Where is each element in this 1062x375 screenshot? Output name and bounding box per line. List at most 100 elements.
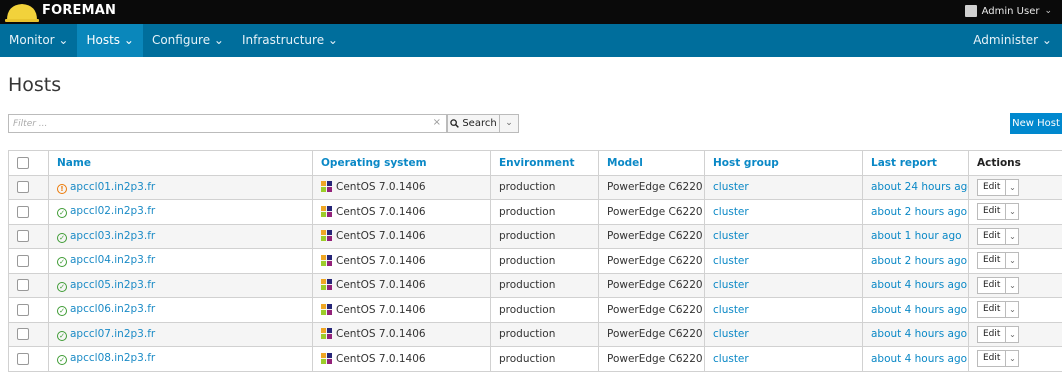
header-environment[interactable]: Environment: [490, 150, 599, 176]
edit-button-group: Edit ⌄: [977, 252, 1020, 270]
filter-box: ×: [8, 114, 447, 133]
row-checkbox[interactable]: [17, 279, 29, 292]
foreman-helmet-logo-icon[interactable]: [4, 1, 40, 23]
os-cell: CentOS 7.0.1406: [312, 223, 491, 249]
last-report-link[interactable]: about 2 hours ago: [871, 206, 967, 218]
edit-button-group: Edit ⌄: [977, 350, 1020, 368]
host-group-link[interactable]: cluster: [713, 181, 749, 193]
row-checkbox[interactable]: [17, 230, 29, 243]
host-group-cell: cluster: [704, 174, 863, 200]
host-name-link[interactable]: apccl08.in2p3.fr: [70, 352, 155, 364]
actions-cell: Edit ⌄: [968, 223, 1062, 249]
host-name-link[interactable]: apccl04.in2p3.fr: [70, 254, 155, 266]
last-report-link[interactable]: about 24 hours ago: [871, 181, 968, 193]
centos-icon: [321, 279, 332, 291]
last-report-link[interactable]: about 4 hours ago: [871, 353, 967, 365]
edit-dropdown-toggle[interactable]: ⌄: [1006, 276, 1020, 294]
edit-dropdown-toggle[interactable]: ⌄: [1006, 203, 1020, 221]
last-report-cell: about 4 hours ago: [862, 346, 969, 372]
table-row: ✓ apccl04.in2p3.fr CentOS 7.0.1406 produc…: [8, 248, 1062, 274]
edit-button[interactable]: Edit: [977, 227, 1007, 245]
host-group-link[interactable]: cluster: [713, 206, 749, 218]
edit-button-group: Edit ⌄: [977, 301, 1020, 319]
row-checkbox[interactable]: [17, 352, 29, 365]
main-navigation: Monitor ⌄ Hosts ⌄ Configure ⌄ Infrastruc…: [0, 24, 1062, 57]
filter-input[interactable]: [9, 115, 429, 132]
nav-item-configure[interactable]: Configure ⌄: [143, 24, 233, 57]
host-name-link[interactable]: apccl01.in2p3.fr: [70, 181, 155, 193]
environment-cell: production: [490, 346, 599, 372]
row-checkbox[interactable]: [17, 205, 29, 218]
check-circle-icon: ✓: [57, 232, 67, 243]
os-cell: CentOS 7.0.1406: [312, 199, 491, 225]
edit-button[interactable]: Edit: [977, 276, 1007, 294]
environment-cell: production: [490, 321, 599, 347]
model-cell: PowerEdge C6220: [598, 248, 705, 274]
header-last-report[interactable]: Last report: [862, 150, 969, 176]
row-checkbox[interactable]: [17, 303, 29, 316]
row-checkbox[interactable]: [17, 181, 29, 194]
user-menu[interactable]: Admin User ⌄: [964, 5, 1052, 17]
last-report-link[interactable]: about 1 hour ago: [871, 230, 962, 242]
row-select-cell: [8, 321, 49, 347]
row-checkbox[interactable]: [17, 328, 29, 341]
edit-button[interactable]: Edit: [977, 252, 1007, 270]
search-options-dropdown[interactable]: ⌄: [500, 114, 519, 133]
hosts-table: Name Operating system Environment Model …: [8, 150, 1062, 372]
edit-button[interactable]: Edit: [977, 203, 1007, 221]
actions-cell: Edit ⌄: [968, 346, 1062, 372]
brand-name[interactable]: FOREMAN: [42, 3, 116, 18]
nav-item-monitor[interactable]: Monitor ⌄: [0, 24, 77, 57]
edit-dropdown-toggle[interactable]: ⌄: [1006, 227, 1020, 245]
edit-dropdown-toggle[interactable]: ⌄: [1006, 350, 1020, 368]
edit-button[interactable]: Edit: [977, 350, 1007, 368]
os-name: CentOS 7.0.1406: [336, 279, 426, 292]
nav-item-hosts[interactable]: Hosts ⌄: [77, 24, 143, 57]
table-row: ✓ apccl06.in2p3.fr CentOS 7.0.1406 produc…: [8, 297, 1062, 323]
edit-dropdown-toggle[interactable]: ⌄: [1006, 301, 1020, 319]
edit-button[interactable]: Edit: [977, 178, 1007, 196]
header-operating-system[interactable]: Operating system: [312, 150, 491, 176]
host-group-link[interactable]: cluster: [713, 255, 749, 267]
host-name-link[interactable]: apccl05.in2p3.fr: [70, 279, 155, 291]
header-name[interactable]: Name: [48, 150, 313, 176]
header-model[interactable]: Model: [598, 150, 705, 176]
host-name-link[interactable]: apccl06.in2p3.fr: [70, 303, 155, 315]
last-report-link[interactable]: about 4 hours ago: [871, 279, 967, 291]
host-group-link[interactable]: cluster: [713, 279, 749, 291]
host-group-link[interactable]: cluster: [713, 328, 749, 340]
host-group-link[interactable]: cluster: [713, 230, 749, 242]
nav-item-infrastructure[interactable]: Infrastructure ⌄: [233, 24, 347, 57]
select-all-checkbox[interactable]: [17, 156, 29, 169]
host-name-link[interactable]: apccl07.in2p3.fr: [70, 328, 155, 340]
host-name-link[interactable]: apccl02.in2p3.fr: [70, 205, 155, 217]
model-cell: PowerEdge C6220: [598, 346, 705, 372]
nav-item-administer[interactable]: Administer ⌄: [963, 24, 1062, 57]
last-report-link[interactable]: about 4 hours ago: [871, 328, 967, 340]
last-report-link[interactable]: about 4 hours ago: [871, 304, 967, 316]
last-report-link[interactable]: about 2 hours ago: [871, 255, 967, 267]
check-circle-icon: ✓: [57, 355, 67, 366]
check-circle-icon: ✓: [57, 330, 67, 341]
search-button[interactable]: Search: [447, 114, 500, 133]
clear-filter-icon[interactable]: ×: [433, 117, 441, 128]
row-checkbox[interactable]: [17, 254, 29, 267]
edit-dropdown-toggle[interactable]: ⌄: [1006, 325, 1020, 343]
new-host-button[interactable]: New Host: [1010, 113, 1062, 134]
hosts-table-body: ! apccl01.in2p3.fr CentOS 7.0.1406 produc…: [8, 174, 1062, 372]
page-title: Hosts: [8, 74, 62, 96]
header-host-group[interactable]: Host group: [704, 150, 863, 176]
edit-button[interactable]: Edit: [977, 325, 1007, 343]
host-group-cell: cluster: [704, 199, 863, 225]
header-select: [8, 150, 49, 176]
model-cell: PowerEdge C6220: [598, 321, 705, 347]
edit-dropdown-toggle[interactable]: ⌄: [1006, 252, 1020, 270]
host-group-cell: cluster: [704, 297, 863, 323]
host-group-link[interactable]: cluster: [713, 304, 749, 316]
host-group-link[interactable]: cluster: [713, 353, 749, 365]
search-button-label: Search: [462, 118, 497, 129]
host-name-link[interactable]: apccl03.in2p3.fr: [70, 230, 155, 242]
edit-button[interactable]: Edit: [977, 301, 1007, 319]
environment-cell: production: [490, 272, 599, 298]
edit-dropdown-toggle[interactable]: ⌄: [1006, 178, 1020, 196]
